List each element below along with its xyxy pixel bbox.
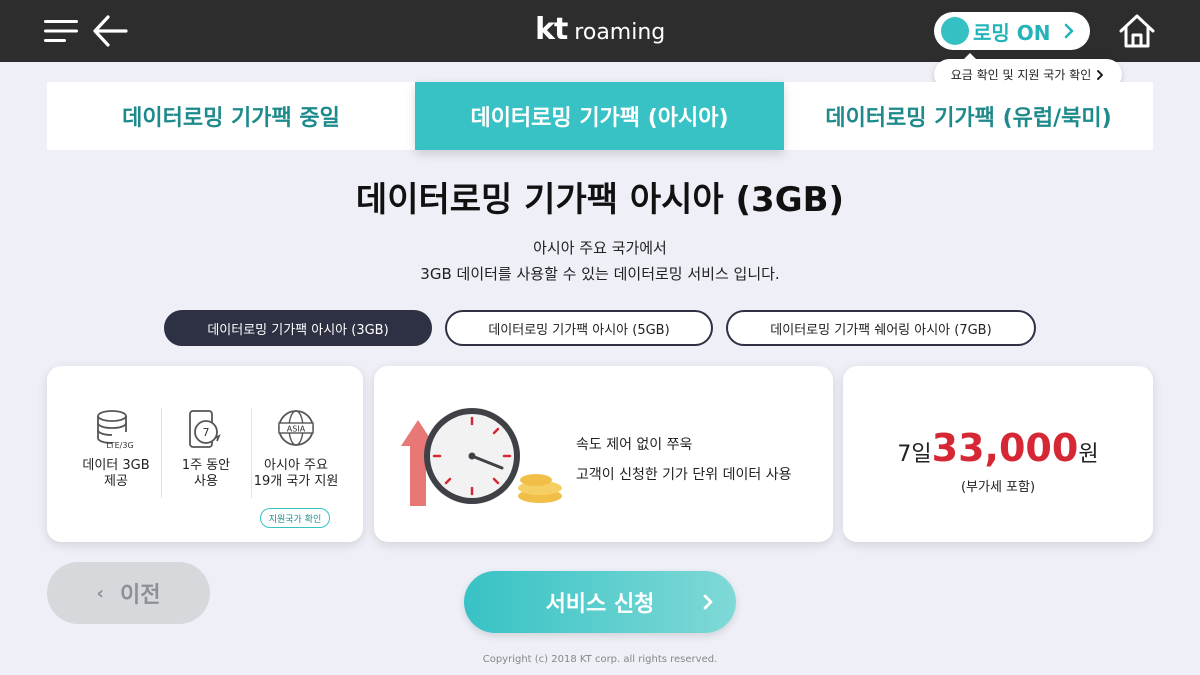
tab-gigapack-asia[interactable]: 데이터로밍 기가팩 (아시아) — [415, 82, 784, 150]
feature-period: 7 1주 동안 사용 — [159, 408, 253, 490]
previous-button-label: 이전 — [119, 583, 161, 608]
phone-clock-icon-label: 7 — [203, 426, 210, 439]
feature-region-line-1: 아시아 주요 — [264, 458, 328, 473]
menu-icon[interactable] — [44, 18, 78, 44]
feature-period-label: 1주 동안 사용 — [159, 458, 253, 490]
chevron-right-icon — [1097, 69, 1104, 80]
roaming-status-dot — [941, 17, 969, 45]
product-tabs: 데이터로밍 기가팩 중일 데이터로밍 기가팩 (아시아) 데이터로밍 기가팩 (… — [47, 82, 1153, 150]
speed-card: 속도 제어 없이 쭈욱 고객이 신청한 기가 단위 데이터 사용 — [374, 366, 833, 542]
previous-button[interactable]: ‹ 이전 — [47, 562, 210, 624]
product-description: 아시아 주요 국가에서 3GB 데이터를 사용할 수 있는 데이터로밍 서비스 … — [0, 235, 1200, 287]
database-icon: LTE/3G — [97, 410, 134, 450]
feature-region-line-2: 19개 국가 지원 — [253, 474, 339, 489]
speed-clock-illustration — [401, 408, 562, 506]
price-vat-note: (부가세 포함) — [960, 480, 1036, 495]
price: 7일33,000원 — [843, 426, 1153, 470]
apply-service-label: 서비스 신청 — [545, 592, 655, 617]
kt-roaming-logo: kt roaming — [535, 12, 665, 47]
speed-line-1: 속도 제어 없이 쭈욱 — [576, 437, 693, 453]
globe-icon: ASIA — [278, 410, 314, 446]
globe-icon-label: ASIA — [287, 425, 306, 434]
supported-countries-button[interactable]: 지원국가 확인 — [260, 508, 330, 528]
speed-description: 속도 제어 없이 쭈욱 고객이 신청한 기가 단위 데이터 사용 — [576, 430, 791, 490]
logo-product: roaming — [574, 20, 666, 45]
price-card: 7일33,000원 (부가세 포함) — [843, 366, 1153, 542]
feature-data-line-2: 제공 — [104, 474, 128, 489]
tab-gigapack-china-japan[interactable]: 데이터로밍 기가팩 중일 — [47, 82, 415, 150]
feature-period-line-1: 1주 동안 — [181, 458, 231, 473]
tab-gigapack-europe-na[interactable]: 데이터로밍 기가팩 (유럽/북미) — [784, 82, 1153, 150]
feature-card: LTE/3G 데이터 3GB 제공 7 1주 동안 사용 ASIA 아시아 주요… — [47, 366, 363, 542]
price-unit: 원 — [1078, 442, 1099, 467]
speed-line-2: 고객이 신청한 기가 단위 데이터 사용 — [576, 467, 792, 483]
copyright: Copyright (c) 2018 KT corp. all rights r… — [482, 654, 718, 665]
chevron-right-icon — [1064, 23, 1074, 39]
description-line-2: 3GB 데이터를 사용할 수 있는 데이터로밍 서비스 입니다. — [420, 265, 780, 283]
plan-option-sharing-7gb[interactable]: 데이터로밍 기가팩 쉐어링 아시아 (7GB) — [726, 310, 1036, 346]
feature-data-label: 데이터 3GB 제공 — [69, 458, 163, 490]
back-arrow-icon[interactable] — [92, 14, 128, 48]
top-bar: kt roaming 로밍 ON — [0, 0, 1200, 62]
apply-service-button[interactable]: 서비스 신청 — [464, 571, 736, 633]
phone-clock-icon: 7 — [189, 410, 221, 448]
price-days: 7일 — [897, 442, 932, 467]
feature-period-line-2: 사용 — [194, 474, 218, 489]
price-amount: 33,000 — [931, 426, 1079, 470]
chevron-right-icon — [703, 594, 713, 610]
chevron-left-icon: ‹ — [96, 582, 104, 604]
feature-region: ASIA 아시아 주요 19개 국가 지원 — [249, 408, 343, 490]
logo-brand: kt — [535, 12, 568, 47]
page-title: 데이터로밍 기가팩 아시아 (3GB) — [355, 180, 845, 220]
feature-data-line-1: 데이터 3GB — [82, 458, 150, 473]
plan-option-3gb[interactable]: 데이터로밍 기가팩 아시아 (3GB) — [164, 310, 432, 346]
feature-data: LTE/3G 데이터 3GB 제공 — [69, 408, 163, 490]
description-line-1: 아시아 주요 국가에서 — [533, 239, 667, 257]
roaming-status-label: 로밍 ON — [973, 20, 1051, 45]
tooltip-label: 요금 확인 및 지원 국가 확인 — [950, 68, 1092, 82]
home-icon[interactable] — [1118, 13, 1156, 49]
roaming-status-toggle[interactable]: 로밍 ON — [934, 12, 1090, 50]
database-icon-label: LTE/3G — [106, 441, 133, 450]
plan-option-5gb[interactable]: 데이터로밍 기가팩 아시아 (5GB) — [445, 310, 713, 346]
feature-region-label: 아시아 주요 19개 국가 지원 — [249, 458, 343, 490]
